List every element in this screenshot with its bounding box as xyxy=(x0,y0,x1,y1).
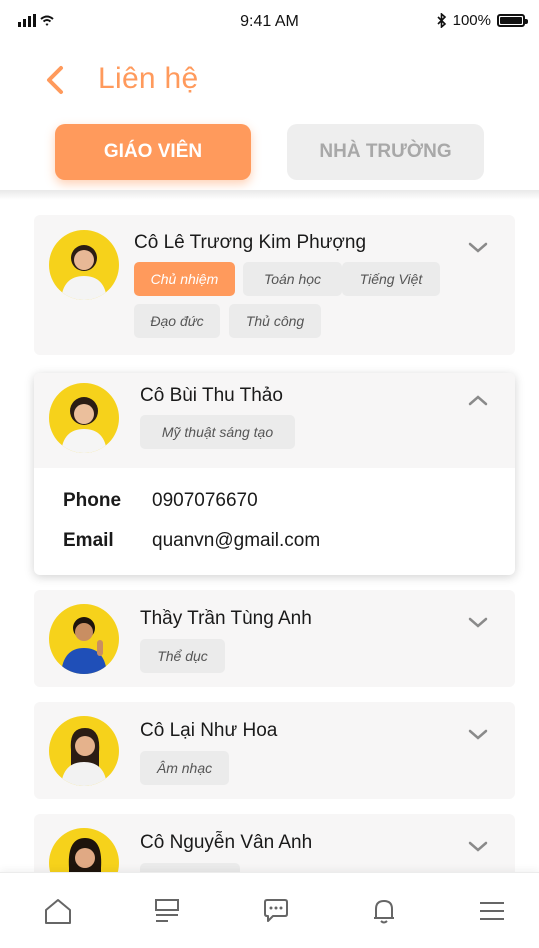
subject-tag: Tiếng Việt xyxy=(342,262,440,296)
chevron-down-icon[interactable] xyxy=(467,840,489,854)
battery-icon xyxy=(497,14,528,27)
subject-tag xyxy=(140,863,240,872)
chevron-left-icon xyxy=(47,66,63,94)
news-icon xyxy=(155,899,179,922)
chat-icon xyxy=(264,899,288,922)
back-button[interactable] xyxy=(40,62,70,98)
tab-school[interactable]: NHÀ TRƯỜNG xyxy=(287,124,484,180)
nav-news[interactable] xyxy=(149,893,185,929)
avatar xyxy=(49,716,119,786)
battery-percent: 100% xyxy=(452,12,491,29)
status-right: 100% xyxy=(437,12,528,29)
phone-label: Phone xyxy=(63,490,122,511)
phone-value[interactable]: 0907076670 xyxy=(152,490,258,512)
avatar xyxy=(49,383,119,453)
contact-card[interactable]: Thầy Trần Tùng Anh Thể dục xyxy=(34,590,515,687)
subject-tag: Đạo đức xyxy=(134,304,220,338)
avatar xyxy=(49,604,119,674)
contact-card-header[interactable]: Cô Bùi Thu Thảo Mỹ thuật sáng tạo xyxy=(34,373,515,468)
subject-tag: Chủ nhiệm xyxy=(134,262,235,296)
contact-card[interactable]: Cô Lê Trương Kim Phượng Chủ nhiệm Toán h… xyxy=(34,215,515,355)
home-icon xyxy=(45,899,71,924)
contact-card[interactable]: Cô Nguyễn Vân Anh xyxy=(34,814,515,872)
chevron-down-icon[interactable] xyxy=(467,616,489,630)
nav-notifications[interactable] xyxy=(366,893,402,929)
menu-icon xyxy=(480,902,504,920)
bottom-nav xyxy=(0,872,539,948)
page-title: Liên hệ xyxy=(98,62,199,95)
contact-card[interactable]: Cô Lại Như Hoa Âm nhạc xyxy=(34,702,515,799)
contact-name: Cô Lê Trương Kim Phượng xyxy=(134,232,367,253)
nav-menu[interactable] xyxy=(474,893,510,929)
contact-name: Thầy Trần Tùng Anh xyxy=(140,608,312,629)
subject-tag: Âm nhạc xyxy=(140,751,229,785)
chevron-down-icon[interactable] xyxy=(467,241,489,255)
divider xyxy=(0,190,539,200)
status-bar: 9:41 AM 100% xyxy=(0,0,539,46)
nav-chat[interactable] xyxy=(258,893,294,929)
bluetooth-icon xyxy=(437,13,446,28)
contact-name: Cô Bùi Thu Thảo xyxy=(140,385,283,406)
nav-home[interactable] xyxy=(40,893,76,929)
subject-tag: Thể dục xyxy=(140,639,225,673)
contact-list[interactable]: Cô Lê Trương Kim Phượng Chủ nhiệm Toán h… xyxy=(0,200,539,872)
bell-icon xyxy=(374,900,394,924)
phone-row: Phone 0907076670 xyxy=(34,490,515,516)
email-value[interactable]: quanvn@gmail.com xyxy=(152,530,320,552)
avatar xyxy=(49,230,119,300)
header: Liên hệ xyxy=(0,52,539,112)
subject-tag: Mỹ thuật sáng tạo xyxy=(140,415,295,449)
tab-teachers[interactable]: GIÁO VIÊN xyxy=(55,124,251,180)
chevron-up-icon[interactable] xyxy=(467,393,489,407)
tab-bar: GIÁO VIÊN NHÀ TRƯỜNG xyxy=(0,124,539,194)
avatar xyxy=(49,828,119,872)
chevron-down-icon[interactable] xyxy=(467,728,489,742)
subject-tag: Toán học xyxy=(243,262,342,296)
subject-tag: Thủ công xyxy=(229,304,321,338)
contact-card-expanded[interactable]: Cô Bùi Thu Thảo Mỹ thuật sáng tạo Phone … xyxy=(34,373,515,575)
email-label: Email xyxy=(63,530,114,551)
contact-name: Cô Lại Như Hoa xyxy=(140,720,278,741)
email-row: Email quanvn@gmail.com xyxy=(34,530,515,556)
contact-name: Cô Nguyễn Vân Anh xyxy=(140,832,313,853)
